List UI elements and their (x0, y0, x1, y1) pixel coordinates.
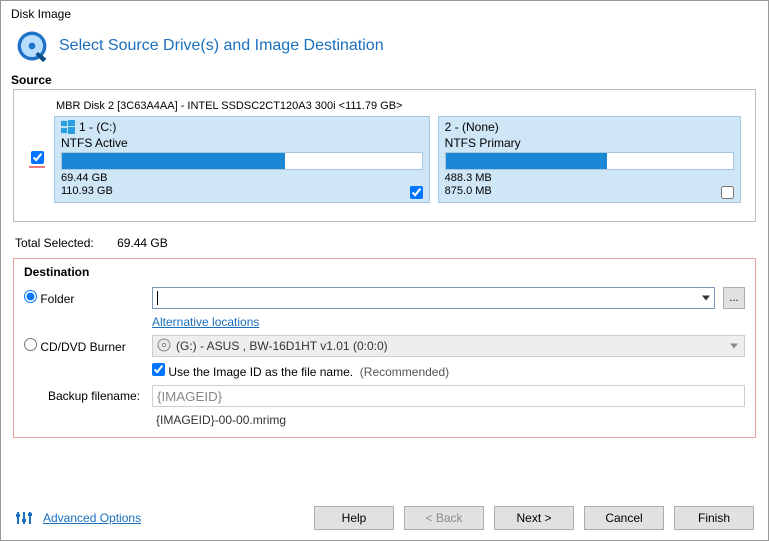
source-box: MBR Disk 2 [3C63A4AA] - INTEL SSDSC2CT12… (13, 89, 756, 222)
title-bar: Select Source Drive(s) and Image Destina… (1, 23, 768, 73)
usage-bar (445, 152, 734, 170)
advanced-options-link[interactable]: Advanced Options (43, 511, 141, 525)
select-disk-checkbox[interactable] (31, 151, 44, 164)
footer-row: Advanced Options Help < Back Next > Canc… (15, 506, 754, 530)
folder-combo[interactable] (152, 287, 715, 309)
partition-checkbox[interactable] (410, 186, 423, 199)
cancel-button[interactable]: Cancel (584, 506, 664, 530)
partition-checkbox[interactable] (721, 186, 734, 199)
next-button[interactable]: Next > (494, 506, 574, 530)
burner-combo[interactable]: (G:) - ASUS , BW-16D1HT v1.01 (0:0:0) (152, 335, 745, 357)
example-filename: {IMAGEID}-00-00.mrimg (156, 413, 745, 427)
use-imageid-option[interactable]: Use the Image ID as the file name. (Reco… (152, 363, 449, 379)
partition-type: NTFS Active (61, 136, 423, 150)
help-button[interactable]: Help (314, 506, 394, 530)
destination-panel: Destination Folder ... Alternative locat… (13, 258, 756, 438)
partition-name: 1 - (C:) (79, 120, 116, 134)
use-imageid-checkbox[interactable] (152, 363, 165, 376)
alternative-locations-link[interactable]: Alternative locations (152, 315, 259, 329)
total-selected-label: Total Selected: (15, 236, 94, 250)
back-button: < Back (404, 506, 484, 530)
total-selected-row: Total Selected: 69.44 GB (1, 230, 768, 258)
burner-radio-label[interactable]: CD/DVD Burner (24, 340, 126, 354)
window-title: Disk Image (1, 1, 768, 23)
windows-icon (61, 120, 75, 134)
destination-label: Destination (24, 265, 745, 279)
partition-used: 488.3 MB (445, 172, 734, 185)
active-underline (29, 166, 45, 168)
source-label: Source (1, 73, 768, 89)
burner-radio[interactable] (24, 338, 37, 351)
finish-button[interactable]: Finish (674, 506, 754, 530)
total-selected-value: 69.44 GB (117, 236, 168, 250)
partition-c[interactable]: 1 - (C:) NTFS Active 69.44 GB 110.93 GB (54, 116, 430, 203)
disk-header: MBR Disk 2 [3C63A4AA] - INTEL SSDSC2CT12… (56, 100, 741, 112)
disc-icon (157, 338, 171, 355)
filename-label: Backup filename: (24, 389, 144, 403)
sliders-icon (15, 509, 33, 527)
partition-2[interactable]: 2 - (None) NTFS Primary 488.3 MB 875.0 M… (438, 116, 741, 203)
folder-radio-label[interactable]: Folder (24, 292, 74, 306)
partition-used: 69.44 GB (61, 172, 423, 185)
burner-value: (G:) - ASUS , BW-16D1HT v1.01 (0:0:0) (176, 339, 388, 353)
partition-name: 2 - (None) (445, 120, 499, 134)
usage-bar (61, 152, 423, 170)
partition-total: 875.0 MB (445, 185, 734, 198)
disk-icon (15, 29, 49, 63)
browse-button[interactable]: ... (723, 287, 745, 309)
folder-radio[interactable] (24, 290, 37, 303)
filename-input[interactable] (152, 385, 745, 407)
partition-type: NTFS Primary (445, 136, 734, 150)
page-title: Select Source Drive(s) and Image Destina… (59, 37, 384, 55)
partition-total: 110.93 GB (61, 185, 423, 198)
drive-row: 1 - (C:) NTFS Active 69.44 GB 110.93 GB … (28, 116, 741, 203)
